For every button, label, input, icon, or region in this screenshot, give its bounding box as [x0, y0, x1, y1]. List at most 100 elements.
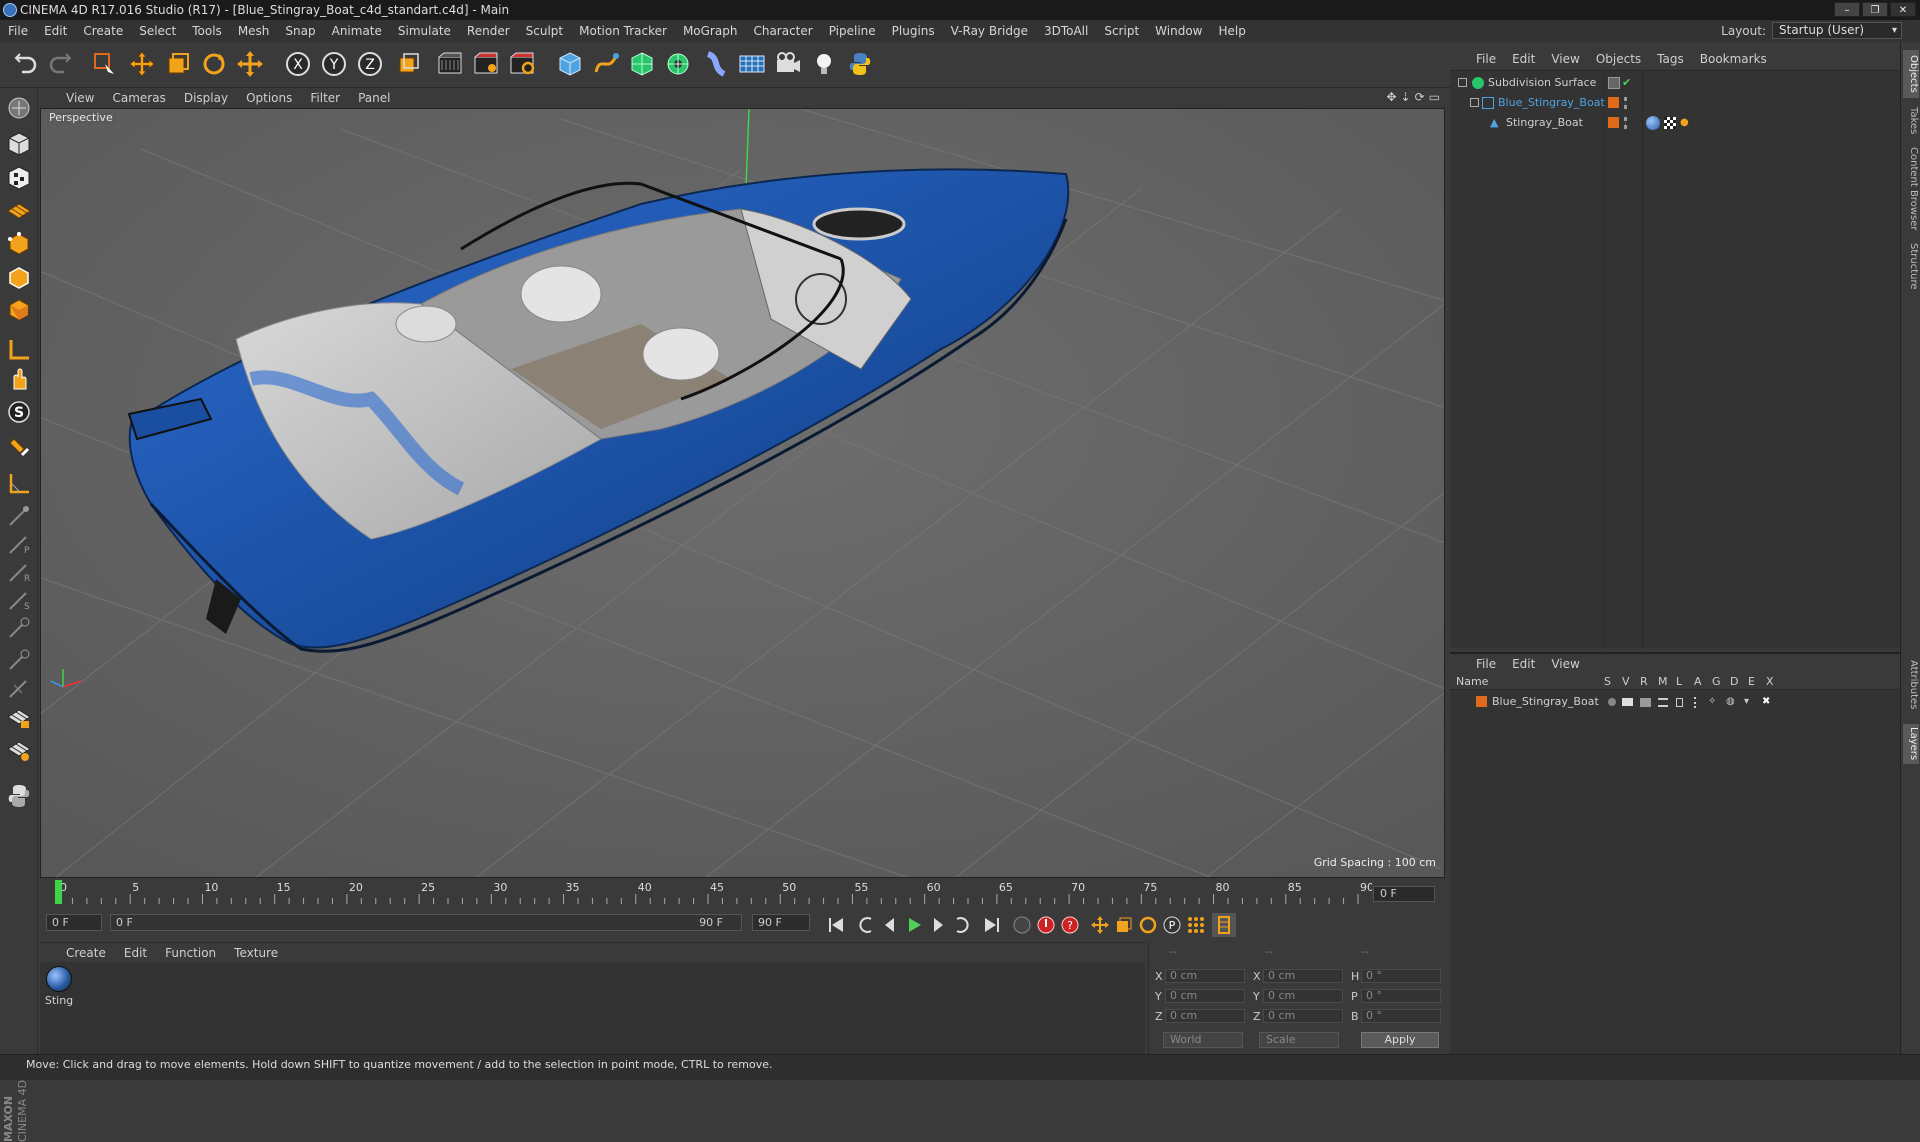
layer-menu-view[interactable]: View [1551, 657, 1579, 671]
collapse-icon[interactable] [1470, 98, 1479, 107]
visibility-toggle-icon[interactable] [1608, 77, 1620, 89]
previous-keyframe-icon[interactable] [854, 913, 878, 937]
coordinate-space-select[interactable]: World [1163, 1032, 1243, 1048]
material-tag-icon[interactable] [1646, 116, 1660, 130]
timeline-ruler[interactable]: 0 5 10 15 20 25 30 35 40 45 50 55 60 65 70 75 80 85 90 [52, 878, 1374, 906]
close-button[interactable]: ✕ [1890, 2, 1916, 17]
position-y-field[interactable]: 0 cm [1165, 989, 1245, 1003]
scale-icon[interactable] [162, 48, 194, 80]
move-icon[interactable] [126, 48, 158, 80]
rotation-p-field[interactable]: 0 ° [1361, 989, 1441, 1003]
layer-lock-icon[interactable] [1676, 698, 1683, 707]
viewport-menu-cameras[interactable]: Cameras [112, 91, 165, 105]
viewport-menu-panel[interactable]: Panel [358, 91, 390, 105]
object-menu-file[interactable]: File [1476, 52, 1496, 66]
layer-expressions-icon[interactable]: ▾ [1744, 696, 1756, 708]
x-axis-icon[interactable]: X [282, 48, 314, 80]
python-script-icon[interactable] [3, 780, 35, 812]
menu-mesh[interactable]: Mesh [230, 24, 278, 38]
array-icon[interactable] [662, 48, 694, 80]
make-editable-icon[interactable] [3, 92, 35, 124]
material-menu-edit[interactable]: Edit [124, 946, 147, 960]
previous-frame-icon[interactable] [878, 913, 902, 937]
menu-select[interactable]: Select [131, 24, 184, 38]
play-icon[interactable] [902, 913, 926, 937]
paint-icon[interactable] [3, 734, 35, 766]
menu-mograph[interactable]: MoGraph [675, 24, 746, 38]
layer-view-icon[interactable] [1622, 698, 1633, 706]
transform-icon[interactable] [234, 48, 266, 80]
layer-color-icon[interactable] [1608, 97, 1619, 108]
layer-color-swatch[interactable] [1476, 696, 1487, 707]
frame-range-slider[interactable]: 0 F 90 F [110, 914, 742, 931]
model-mode-icon[interactable] [3, 128, 35, 160]
rotation-b-field[interactable]: 0 ° [1361, 1009, 1441, 1023]
layer-menu-edit[interactable]: Edit [1512, 657, 1535, 671]
edges-mode-icon[interactable] [3, 262, 35, 294]
current-frame-field[interactable]: 0 F [1373, 886, 1435, 902]
sculpt-knife-icon[interactable] [3, 672, 35, 704]
viewport-rotate-icon[interactable]: ⟳ [1415, 90, 1425, 104]
z-axis-icon[interactable]: Z [354, 48, 386, 80]
axis-mode-icon[interactable] [3, 334, 35, 366]
record-active-objects-icon[interactable] [1010, 913, 1034, 937]
menu-render[interactable]: Render [459, 24, 518, 38]
visibility-dots-icon[interactable] [1624, 97, 1627, 109]
visibility-dots-icon[interactable] [1624, 117, 1627, 129]
end-frame-field[interactable]: 90 F [752, 914, 810, 931]
workplane-icon[interactable] [3, 192, 35, 224]
enabled-check-icon[interactable]: ✔ [1622, 77, 1634, 89]
tab-takes[interactable]: Takes [1903, 104, 1919, 138]
y-axis-icon[interactable]: Y [318, 48, 350, 80]
object-row-subdivision-surface[interactable]: Subdivision Surface ✔ [1450, 73, 1900, 93]
menu-pipeline[interactable]: Pipeline [821, 24, 884, 38]
go-to-end-icon[interactable] [980, 913, 1004, 937]
next-frame-icon[interactable] [926, 913, 950, 937]
viewport-menu-options[interactable]: Options [246, 91, 292, 105]
layer-solo-icon[interactable] [1608, 698, 1616, 706]
menu-plugins[interactable]: Plugins [884, 24, 943, 38]
record-parameter-icon[interactable]: P [1160, 913, 1184, 937]
record-point-level-icon[interactable] [1184, 913, 1208, 937]
edit-render-settings-icon[interactable] [506, 48, 538, 80]
perspective-viewport[interactable]: Perspective Grid Spacing : 100 cm [40, 108, 1445, 878]
tab-structure[interactable]: Structure [1903, 238, 1919, 294]
viewport-zoom-icon[interactable]: ⇣ [1401, 90, 1411, 104]
render-view-icon[interactable] [434, 48, 466, 80]
menu-animate[interactable]: Animate [324, 24, 390, 38]
object-menu-bookmarks[interactable]: Bookmarks [1700, 52, 1767, 66]
playhead[interactable] [55, 880, 62, 904]
transform-mode-select[interactable]: Scale [1259, 1032, 1339, 1048]
menu-simulate[interactable]: Simulate [390, 24, 459, 38]
position-z-field[interactable]: 0 cm [1165, 1009, 1245, 1023]
redo-icon[interactable] [44, 48, 76, 80]
material-menu-texture[interactable]: Texture [234, 946, 278, 960]
rotate-icon[interactable] [198, 48, 230, 80]
viewport-move-icon[interactable]: ✥ [1386, 90, 1396, 104]
viewport-menu-view[interactable]: View [66, 91, 94, 105]
size-y-field[interactable]: 0 cm [1263, 989, 1343, 1003]
layer-generators-icon[interactable]: ✧ [1708, 696, 1720, 708]
object-menu-objects[interactable]: Objects [1596, 52, 1641, 66]
rotation-h-field[interactable]: 0 ° [1361, 969, 1441, 983]
menu-snap[interactable]: Snap [277, 24, 323, 38]
size-z-field[interactable]: 0 cm [1263, 1009, 1343, 1023]
menu-motion-tracker[interactable]: Motion Tracker [571, 24, 675, 38]
render-picture-viewer-icon[interactable] [470, 48, 502, 80]
object-menu-view[interactable]: View [1551, 52, 1579, 66]
deformer-icon[interactable] [700, 48, 732, 80]
layer-menu-file[interactable]: File [1476, 657, 1496, 671]
texture-mode-icon[interactable] [3, 162, 35, 194]
viewport-menu-filter[interactable]: Filter [310, 91, 340, 105]
timeline-scheme-icon[interactable] [1212, 913, 1236, 937]
next-keyframe-icon[interactable] [950, 913, 974, 937]
material-menu-function[interactable]: Function [165, 946, 216, 960]
phong-tag-icon[interactable]: ● [1680, 117, 1692, 129]
texture-tag-icon[interactable] [1664, 117, 1676, 129]
minimize-button[interactable]: – [1834, 2, 1860, 17]
layer-manager-icon[interactable] [1658, 698, 1668, 707]
menu-edit[interactable]: Edit [36, 24, 75, 38]
layout-select[interactable]: Startup (User) [1772, 22, 1902, 39]
object-menu-edit[interactable]: Edit [1512, 52, 1535, 66]
sculpt-inflate-icon[interactable] [3, 612, 35, 644]
